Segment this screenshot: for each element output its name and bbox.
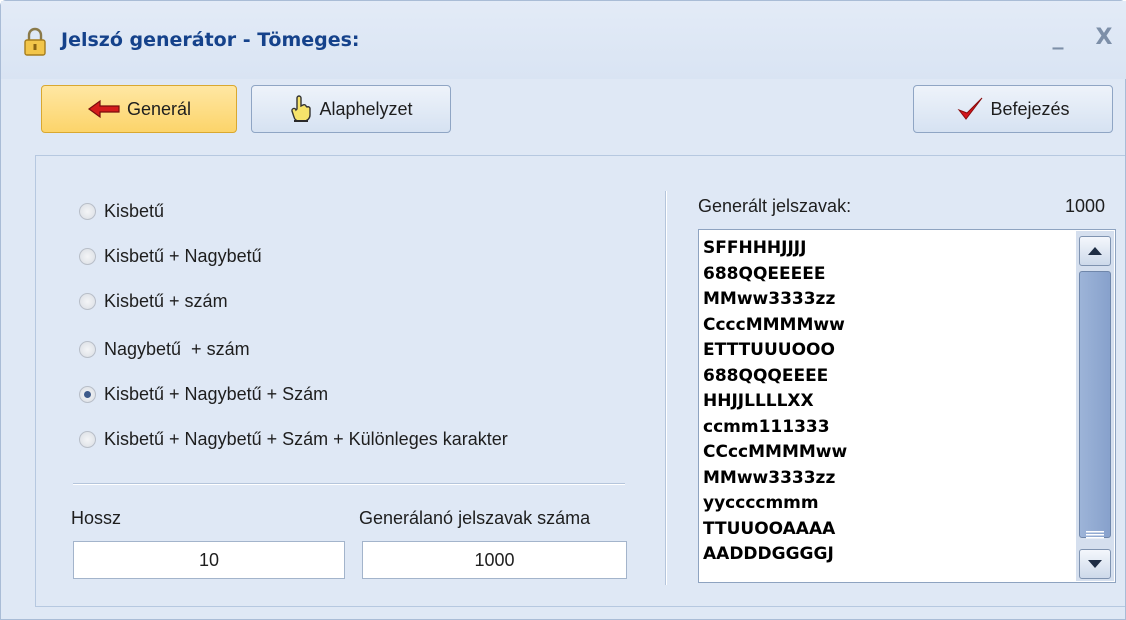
list-item[interactable]: ccmm111333	[703, 415, 1073, 441]
reset-button[interactable]: Alaphelyzet	[251, 85, 451, 133]
option-all-characters[interactable]: Kisbetű + Nagybetű + Szám + Különleges k…	[79, 426, 508, 452]
list-item[interactable]: AADDDGGGGJ	[703, 542, 1073, 568]
generated-passwords-list[interactable]: SFFHHHJJJJ 688QQEEEEE MMww3333zz CcccMMM…	[698, 229, 1116, 583]
checkmark-icon	[956, 95, 984, 123]
radio-button[interactable]	[79, 202, 96, 220]
triangle-down-icon	[1088, 560, 1102, 568]
finish-label: Befejezés	[990, 98, 1070, 119]
hand-icon	[289, 95, 313, 123]
option-label: Kisbetű + Nagybetű + Szám	[104, 383, 329, 404]
scroll-up-button[interactable]	[1079, 236, 1111, 266]
list-item[interactable]: MMww3333zz	[703, 466, 1073, 492]
length-input[interactable]: 10	[73, 541, 345, 579]
vertical-scrollbar[interactable]	[1076, 231, 1114, 581]
generate-label: Generál	[126, 98, 192, 119]
radio-button[interactable]	[79, 247, 96, 265]
list-item[interactable]: SFFHHHJJJJ	[703, 236, 1073, 262]
option-upper-number[interactable]: Nagybetű + szám	[79, 336, 250, 362]
window-title: Jelszó generátor - Tömeges:	[61, 29, 360, 51]
radio-button[interactable]	[79, 292, 96, 310]
list-item[interactable]: yyccccmmm	[703, 491, 1073, 517]
vertical-divider	[665, 191, 667, 585]
list-item[interactable]: ETTTUUUOOO	[703, 338, 1073, 364]
list-item[interactable]: TTUUOOAAAA	[703, 517, 1073, 543]
option-lower-upper-number[interactable]: Kisbetű + Nagybetű + Szám	[79, 381, 328, 407]
list-item[interactable]: MMww3333zz	[703, 287, 1073, 313]
option-lower-number[interactable]: Kisbetű + szám	[79, 288, 228, 314]
count-input[interactable]: 1000	[362, 541, 627, 579]
radio-button[interactable]	[79, 430, 96, 448]
horizontal-divider	[73, 483, 625, 485]
generate-button[interactable]: Generál	[41, 85, 237, 133]
password-generator-window: Jelszó generátor - Tömeges: _ X Generál …	[0, 0, 1126, 620]
option-label: Kisbetű + Nagybetű	[104, 245, 262, 266]
close-button[interactable]: X	[1089, 23, 1119, 53]
option-label: Kisbetű	[104, 200, 165, 221]
reset-label: Alaphelyzet	[319, 98, 413, 119]
list-item[interactable]: CcccMMMMww	[703, 313, 1073, 339]
results-count: 1000	[1065, 196, 1106, 216]
finish-button[interactable]: Befejezés	[913, 85, 1113, 133]
lock-icon	[24, 27, 46, 56]
radio-button[interactable]	[79, 340, 96, 358]
list-item[interactable]: 688QQQEEEE	[703, 364, 1073, 390]
option-lower-upper[interactable]: Kisbetű + Nagybetű	[79, 243, 262, 269]
list-item[interactable]: 688QQEEEEE	[703, 262, 1073, 288]
option-label: Nagybetű + szám	[104, 338, 250, 359]
radio-button-selected[interactable]	[79, 385, 96, 403]
arrow-left-icon	[87, 99, 121, 119]
list-item[interactable]: HHJJLLLLXX	[703, 389, 1073, 415]
triangle-up-icon	[1088, 247, 1102, 255]
list-item[interactable]: CCccMMMMww	[703, 440, 1073, 466]
title-bar[interactable]: Jelszó generátor - Tömeges: _ X	[1, 1, 1126, 79]
minimize-button[interactable]: _	[1043, 23, 1073, 53]
grip-icon	[1086, 531, 1104, 539]
results-label: Generált jelszavak:	[698, 196, 852, 216]
scroll-down-button[interactable]	[1079, 549, 1111, 579]
count-label: Generálanó jelszavak száma	[359, 508, 591, 528]
option-lowercase[interactable]: Kisbetű	[79, 198, 164, 224]
scroll-thumb[interactable]	[1079, 271, 1111, 539]
option-label: Kisbetű + szám	[104, 290, 228, 311]
option-label: Kisbetű + Nagybetű + Szám + Különleges k…	[104, 428, 508, 449]
length-label: Hossz	[71, 508, 122, 528]
